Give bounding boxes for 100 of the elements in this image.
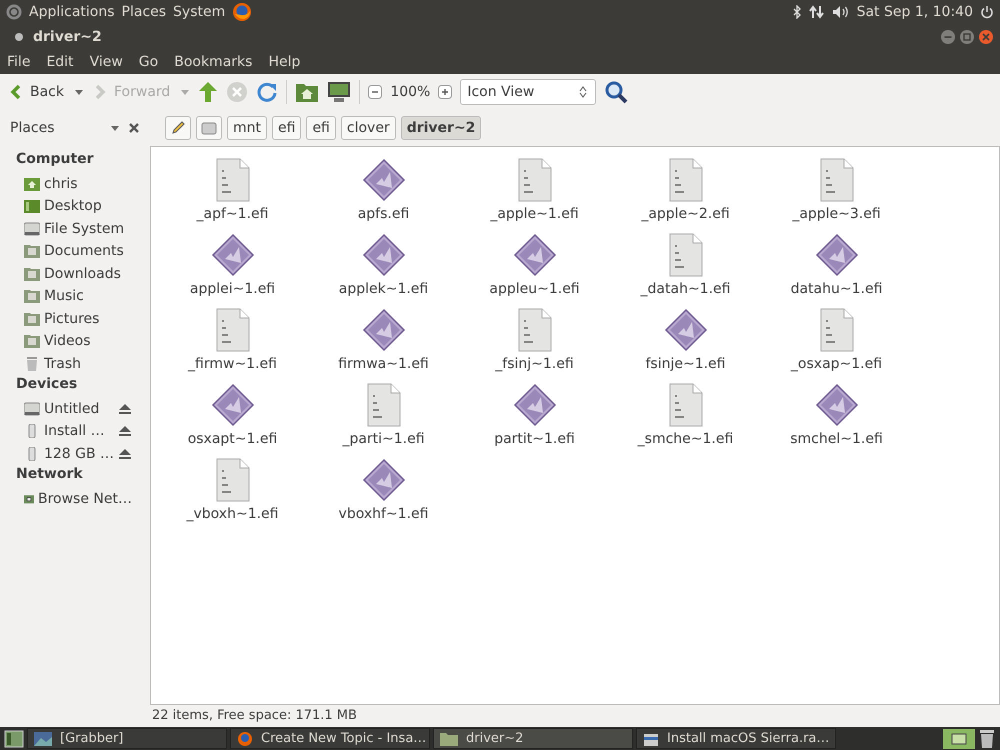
menu-item[interactable]: Edit <box>46 54 74 70</box>
reload-icon[interactable] <box>256 81 278 103</box>
sidebar-title[interactable]: Places <box>10 120 55 136</box>
firefox-icon <box>237 730 253 746</box>
eject-icon[interactable] <box>118 402 132 415</box>
efi-file[interactable]: _vboxh~1.efi <box>157 453 308 528</box>
efi-file[interactable]: apfs.efi <box>308 153 459 228</box>
sidebar-item[interactable]: Desktop <box>0 195 140 218</box>
caret-icon[interactable] <box>74 88 84 96</box>
menu-item[interactable]: View <box>90 54 123 70</box>
caret-icon[interactable] <box>110 124 120 132</box>
workspace-icon[interactable] <box>943 728 975 748</box>
efi-file[interactable]: firmwa~1.efi <box>308 303 459 378</box>
efi-file[interactable]: _smche~1.efi <box>610 378 761 453</box>
sidebar-item[interactable]: Pictures <box>0 308 140 330</box>
taskbar-button[interactable]: [Grabber] <box>27 728 227 749</box>
efi-file[interactable]: _firmw~1.efi <box>157 303 308 378</box>
taskbar-button[interactable]: driver~2 <box>433 728 633 749</box>
efi-file[interactable]: partit~1.efi <box>459 378 610 453</box>
efi-file[interactable]: applek~1.efi <box>308 228 459 303</box>
clock[interactable]: Sat Sep 1, 10:40 <box>856 4 973 20</box>
sidebar-label: Browse Net… <box>38 490 132 507</box>
up-arrow-icon[interactable] <box>198 81 218 103</box>
bluetooth-icon[interactable] <box>792 5 802 19</box>
file-name: smchel~1.efi <box>790 431 883 447</box>
efi-file[interactable]: datahu~1.efi <box>761 228 912 303</box>
efi-file[interactable]: _osxap~1.efi <box>761 303 912 378</box>
efi-file[interactable]: _parti~1.efi <box>308 378 459 453</box>
efi-file[interactable]: osxapt~1.efi <box>157 378 308 453</box>
firefox-icon[interactable] <box>232 2 252 22</box>
sidebar-item[interactable]: File System <box>0 218 140 240</box>
sidebar-item[interactable]: chris <box>0 172 140 195</box>
zoom-out-icon[interactable] <box>368 85 382 99</box>
sidebar-item[interactable]: Untitled <box>0 398 140 420</box>
folder-icon <box>440 732 458 746</box>
search-icon[interactable] <box>604 80 628 104</box>
efi-file[interactable]: _apple~1.efi <box>459 153 610 228</box>
show-desktop-icon[interactable] <box>4 730 24 748</box>
efi-file[interactable]: vboxhf~1.efi <box>308 453 459 528</box>
efi-file[interactable]: smchel~1.efi <box>761 378 912 453</box>
sidebar-item[interactable]: 128 GB … <box>0 442 140 465</box>
menu-item[interactable]: Go <box>138 54 158 70</box>
trash-icon[interactable] <box>978 728 996 748</box>
path-button[interactable]: efi <box>272 116 302 140</box>
file-name: vboxhf~1.efi <box>338 506 428 522</box>
ubuntu-logo-icon[interactable] <box>6 4 22 20</box>
volume-icon[interactable] <box>832 5 850 19</box>
panel-menu[interactable]: Places <box>122 4 166 20</box>
taskbar-button[interactable]: Install macOS Sierra.ra… <box>636 728 836 749</box>
sidebar-item[interactable]: Trash <box>0 352 140 375</box>
menu-item[interactable]: File <box>7 54 30 70</box>
path-button[interactable]: driver~2 <box>400 116 482 140</box>
folder-icon <box>24 334 40 348</box>
sidebar-item[interactable]: Videos <box>0 330 140 352</box>
sidebar-item[interactable]: Downloads <box>0 262 140 285</box>
close-icon[interactable] <box>978 29 994 45</box>
path-button[interactable]: clover <box>340 116 396 140</box>
panel-menu[interactable]: System <box>173 4 226 20</box>
drive-icon <box>201 121 217 135</box>
efi-file[interactable]: _fsinj~1.efi <box>459 303 610 378</box>
status-text: 22 items, Free space: 171.1 MB <box>151 707 358 725</box>
menu-item[interactable]: Bookmarks <box>174 54 252 70</box>
sidebar-item[interactable]: Browse Net… <box>0 488 140 510</box>
efi-file[interactable]: _apf~1.efi <box>157 153 308 228</box>
zoom-in-icon[interactable] <box>438 85 452 99</box>
back-button[interactable]: Back <box>8 82 66 102</box>
efi-file[interactable]: _datah~1.efi <box>610 228 761 303</box>
efi-file[interactable]: appleu~1.efi <box>459 228 610 303</box>
minimize-icon[interactable] <box>940 29 956 45</box>
view-mode-dropdown[interactable]: Icon View <box>460 79 596 105</box>
efi-file[interactable]: fsinje~1.efi <box>610 303 761 378</box>
network-icon[interactable] <box>808 5 825 19</box>
sidebar-item[interactable]: Music <box>0 285 140 308</box>
close-icon[interactable] <box>128 122 140 134</box>
file-name: apfs.efi <box>358 206 410 222</box>
sidebar-item[interactable]: Documents <box>0 240 140 262</box>
file-name: fsinje~1.efi <box>645 356 726 372</box>
menu-item[interactable]: Help <box>268 54 300 70</box>
sidebar-item[interactable]: Install … <box>0 420 140 442</box>
taskbar-button[interactable]: Create New Topic - Insa… <box>230 728 430 749</box>
efi-file[interactable]: _apple~2.efi <box>610 153 761 228</box>
eject-icon[interactable] <box>118 425 132 438</box>
file-name: _osxap~1.efi <box>790 356 882 372</box>
power-icon[interactable] <box>980 5 994 19</box>
path-button[interactable]: mnt <box>227 116 267 140</box>
computer-icon[interactable] <box>327 81 352 103</box>
drive-button[interactable] <box>196 116 222 140</box>
efi-file[interactable]: applei~1.efi <box>157 228 308 303</box>
home-folder-icon[interactable] <box>295 81 320 103</box>
file-name: osxapt~1.efi <box>188 431 278 447</box>
edit-location-button[interactable] <box>165 116 191 140</box>
path-button[interactable]: efi <box>306 116 336 140</box>
executable-file-icon <box>814 233 858 277</box>
panel-menu[interactable]: Applications <box>29 4 115 20</box>
desktop-icon <box>24 199 40 214</box>
file-name: applei~1.efi <box>190 281 276 297</box>
maximize-icon[interactable] <box>959 29 975 45</box>
efi-file[interactable]: _apple~3.efi <box>761 153 912 228</box>
file-name: _datah~1.efi <box>640 281 730 297</box>
eject-icon[interactable] <box>118 448 132 460</box>
